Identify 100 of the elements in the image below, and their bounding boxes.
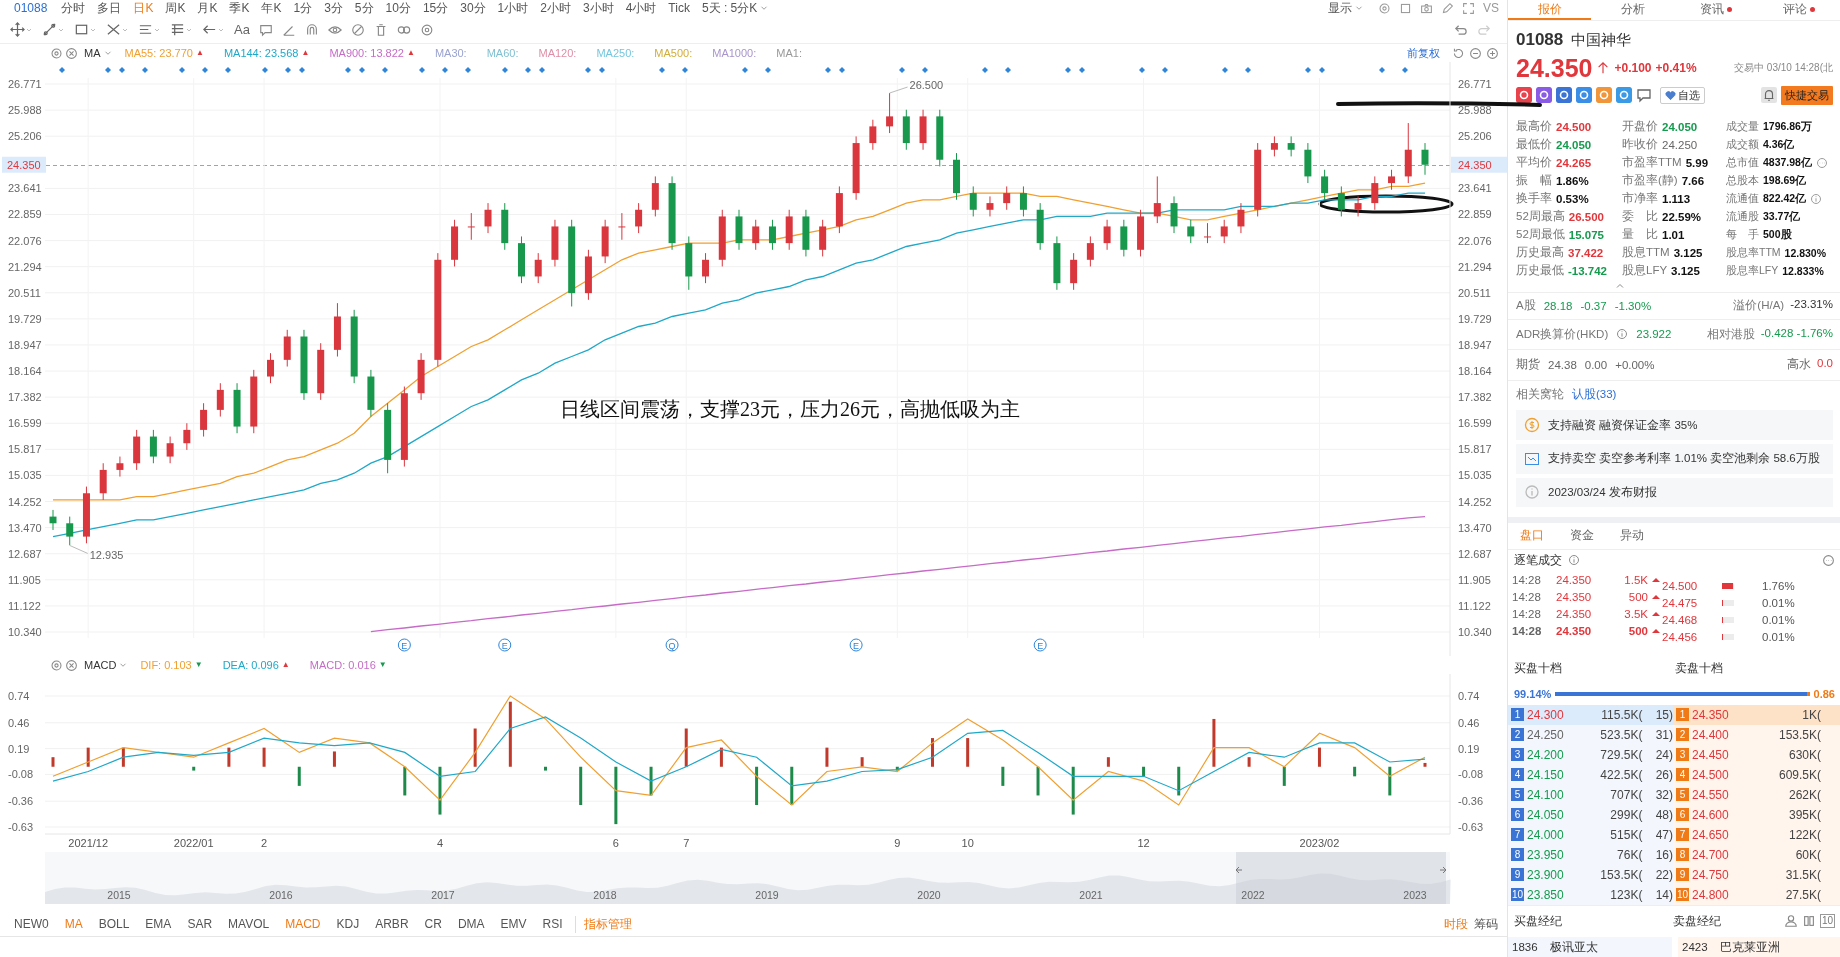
event-marker[interactable]: E	[849, 638, 863, 652]
ask-row[interactable]: 8 24.700 60K(	[1673, 844, 1840, 865]
period-tab[interactable]: 3小时	[576, 1, 620, 15]
period-tab[interactable]: 多日	[91, 1, 128, 15]
stat-label: 股息率TTM	[1726, 245, 1781, 260]
indicator-tab[interactable]: MAVOL	[220, 917, 278, 931]
ask-row[interactable]: 3 24.450 630K(	[1673, 744, 1840, 765]
notice-bar[interactable]: 支持融资 融资保证金率 35%	[1516, 410, 1833, 440]
period-tab[interactable]: Tick	[662, 1, 696, 15]
bid-row[interactable]: 4 24.150 422.5K( 26)	[1508, 764, 1673, 785]
indicator-name[interactable]: MA	[84, 47, 101, 59]
ladder-price: 24.456	[1662, 630, 1699, 643]
indicator-tab[interactable]: BOLL	[90, 917, 138, 931]
ask-row[interactable]: 9 24.750 31.5K(	[1673, 864, 1840, 885]
indicator-name[interactable]: MACD	[84, 659, 117, 671]
legend-label: MA1:	[776, 47, 802, 59]
notice-bar[interactable]: 2023/03/24 发布财报	[1516, 477, 1833, 508]
row-label: 溢价(H/A)	[1733, 298, 1785, 314]
trend-arrow: ▲	[406, 48, 415, 58]
event-marker[interactable]: E	[498, 638, 512, 652]
indicator-tab[interactable]: RSI	[534, 917, 571, 931]
stat-value: 33.77亿	[1763, 209, 1801, 224]
stat-value: 198.69亿	[1763, 173, 1807, 188]
indicator-tab[interactable]: EMV	[492, 917, 535, 931]
period-tab[interactable]: 10分	[379, 1, 417, 15]
period-tab[interactable]: 5分	[348, 1, 380, 15]
stock-code: 01088	[13, 1, 49, 15]
indicator-tab[interactable]: EMA	[137, 917, 180, 931]
period-menu[interactable]: 5天 : 5分K	[695, 0, 776, 17]
text-tool[interactable]: Aa	[234, 22, 250, 37]
indicator-tab[interactable]: NEW0	[6, 917, 57, 931]
adr-price: 23.922	[1636, 328, 1672, 341]
notice-bar[interactable]: 支持卖空 卖空参考利率 1.01% 卖空池剩余 58.6万股	[1516, 443, 1833, 474]
ask-row[interactable]: 6 24.600 395K(	[1673, 804, 1840, 825]
period-tab[interactable]: 1分	[287, 1, 319, 15]
period-tab[interactable]: 15分	[416, 1, 455, 15]
stat-label: 流通股	[1726, 209, 1759, 224]
period-tab[interactable]: 月K	[191, 1, 224, 15]
period-tab[interactable]: 4小时	[619, 1, 663, 15]
price-tag: 24.350	[2, 156, 46, 173]
indicator-tab[interactable]: DMA	[449, 917, 493, 931]
broker-name: 极讯亚太	[1549, 939, 1598, 955]
warrants-link[interactable]: 认股(33)	[1572, 387, 1617, 403]
quote-tab[interactable]: 资讯	[1674, 0, 1758, 20]
a-share-percent: -1.30%	[1614, 299, 1652, 312]
period-tab[interactable]: 分时	[55, 1, 92, 15]
period-tab[interactable]: 2小时	[534, 1, 577, 15]
year-label: 2020	[917, 889, 941, 901]
ask-row[interactable]: 4 24.500 609.5K(	[1673, 764, 1840, 785]
quick-trade-button[interactable]: 快捷交易	[1781, 85, 1833, 105]
quote-tab[interactable]: 分析	[1591, 0, 1675, 20]
ladder-price: 24.468	[1662, 613, 1699, 626]
bid-row[interactable]: 3 24.200 729.5K( 24)	[1508, 744, 1673, 765]
ask-row[interactable]: 2 24.400 153.5K(	[1673, 724, 1840, 745]
ask-row[interactable]: 10 24.800 27.5K(	[1673, 884, 1840, 905]
period-tab[interactable]: 周K	[159, 1, 192, 15]
sub-tab[interactable]: 资金	[1570, 527, 1594, 545]
axis-label: 11.122	[1458, 599, 1491, 612]
quote-tab[interactable]: 评论	[1757, 0, 1840, 20]
display-menu[interactable]: 显示	[1322, 0, 1370, 17]
ask-row[interactable]: 5 24.550 262K(	[1673, 784, 1840, 805]
event-marker[interactable]: Q	[665, 638, 679, 652]
stat-label: 历史最低	[1516, 263, 1564, 279]
ask-row[interactable]: 1 24.350 1K(	[1673, 704, 1840, 725]
trade-volume: 500	[1627, 624, 1648, 637]
period-tab[interactable]: 年K	[255, 1, 288, 15]
indicator-tab[interactable]: ARBR	[367, 917, 417, 931]
sub-tab[interactable]: 异动	[1620, 527, 1644, 545]
indicator-tab[interactable]: SAR	[179, 917, 221, 931]
axis-label: 26.771	[1458, 78, 1492, 90]
period-tab[interactable]: 3分	[318, 1, 349, 15]
ask-row[interactable]: 7 24.650 122K(	[1673, 824, 1840, 845]
bid-row[interactable]: 10 23.850 123K( 14)	[1508, 884, 1673, 905]
period-tab[interactable]: 季K	[223, 1, 256, 15]
indicator-tab[interactable]: KDJ	[328, 917, 368, 931]
footer-tab[interactable]: 筹码	[1471, 915, 1501, 933]
axis-label: 11.122	[8, 599, 41, 612]
legend-label: MA250:	[596, 47, 635, 59]
stat-value: 3.125	[1673, 246, 1703, 259]
last-price: 24.350	[1516, 53, 1593, 83]
event-marker[interactable]: E	[397, 638, 411, 652]
bid-row[interactable]: 9 23.900 153.5K( 22)	[1508, 864, 1673, 885]
bid-row[interactable]: 6 24.050 299K( 48)	[1508, 804, 1673, 825]
bid-row[interactable]: 8 23.950 76K( 16)	[1508, 844, 1673, 865]
ladder-price: 24.475	[1662, 596, 1699, 609]
event-marker[interactable]: E	[1033, 638, 1047, 652]
bid-row[interactable]: 7 24.000 515K( 47)	[1508, 824, 1673, 845]
bid-row[interactable]: 5 24.100 707K( 32)	[1508, 784, 1673, 805]
period-tab[interactable]: 30分	[454, 1, 492, 15]
levels-button[interactable]: 10	[1819, 914, 1835, 929]
axis-label: 0.19	[1458, 742, 1480, 755]
bid-row[interactable]: 1 24.300 115.5K( 15)	[1508, 704, 1673, 725]
stat-label: 52周最低	[1516, 227, 1565, 243]
period-tab[interactable]: 1小时	[491, 1, 535, 15]
adjust-link[interactable]: 前复权	[1407, 45, 1440, 61]
bid-row[interactable]: 2 24.250 523.5K( 31)	[1508, 724, 1673, 745]
watchlist-button[interactable]: 自选	[1660, 86, 1705, 104]
section-title: 买盘经纪	[1514, 913, 1563, 929]
indicator-tab[interactable]: CR	[416, 917, 450, 931]
futures-percent: +0.00%	[1615, 358, 1655, 371]
